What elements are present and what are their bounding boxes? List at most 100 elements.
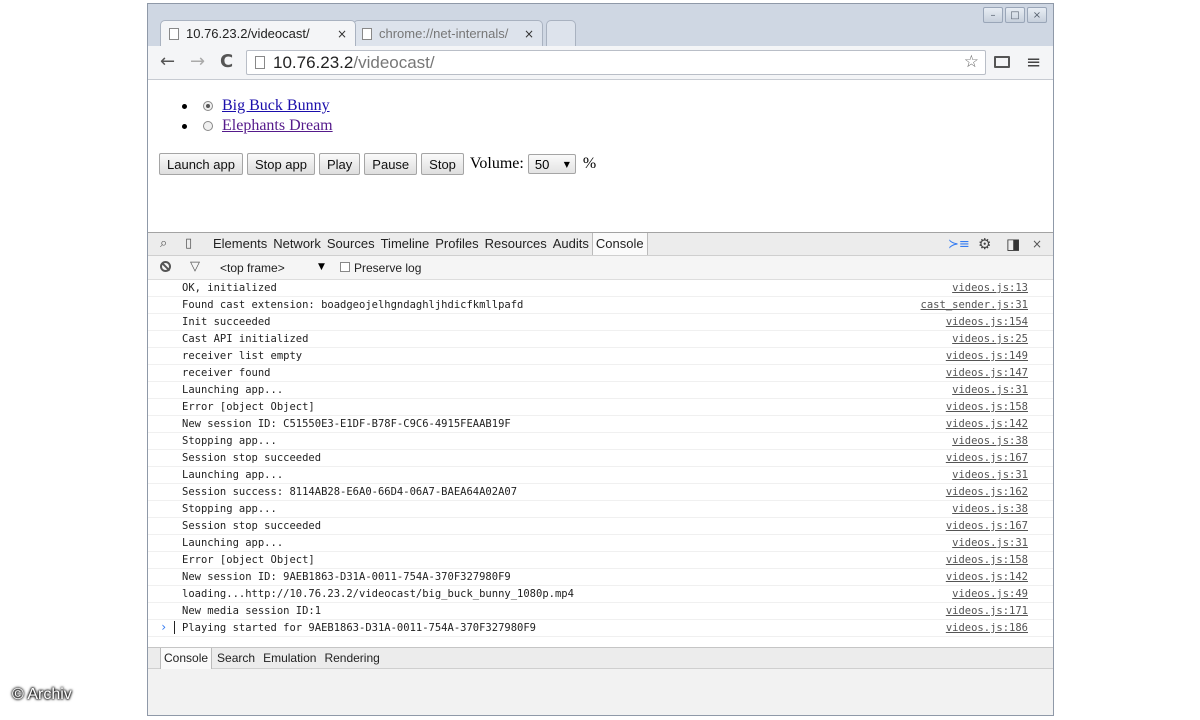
tab-close-icon[interactable]: × [337,27,347,41]
console-message: Playing started for 9AEB1863-D31A-0011-7… [182,622,537,634]
dock-side-icon[interactable]: ◨ [1006,235,1020,253]
volume-select[interactable]: 50 ▼ [527,154,576,174]
browser-window: – □ × 10.76.23.2/videocast/ × chrome://n… [147,3,1054,716]
console-source-link[interactable]: videos.js:142 [946,569,1028,585]
stop-app-button[interactable]: Stop app [246,153,315,175]
radio-big-buck-bunny[interactable] [203,101,213,111]
devtools-tab-network[interactable]: Network [270,233,324,255]
console-source-link[interactable]: videos.js:167 [946,518,1028,534]
copyright-watermark: © Archiv [12,686,72,703]
play-button[interactable]: Play [319,153,361,175]
preserve-log-label: Preserve log [354,261,422,275]
console-source-link[interactable]: videos.js:31 [952,467,1028,483]
gear-icon[interactable]: ⚙ [978,235,991,253]
console-row: Stopping app... videos.js:38 [148,433,1053,450]
stop-button[interactable]: Stop [421,153,464,175]
console-row: receiver found videos.js:147 [148,365,1053,382]
console-source-link[interactable]: videos.js:38 [952,433,1028,449]
filter-icon[interactable]: ▽ [190,259,200,274]
console-filter-bar: ▽ <top frame> ▼ Preserve log [148,256,1053,280]
inspect-search-icon[interactable]: ⌕ [160,236,167,251]
frame-select[interactable]: <top frame> [220,261,285,275]
reload-icon[interactable]: C [220,51,233,73]
console-source-link[interactable]: videos.js:149 [946,348,1028,364]
launch-app-button[interactable]: Launch app [159,153,243,175]
new-tab-button[interactable] [546,20,576,46]
console-source-link[interactable]: videos.js:186 [946,620,1028,636]
video-link-big-buck-bunny[interactable]: Big Buck Bunny [222,97,330,115]
bookmark-star-icon[interactable]: ☆ [964,52,979,72]
console-drawer-icon[interactable]: ≻≡ [948,237,970,252]
window-controls: – □ × [983,7,1047,23]
devtools-tab-timeline[interactable]: Timeline [378,233,433,255]
console-source-link[interactable]: videos.js:25 [952,331,1028,347]
devtools-tab-elements[interactable]: Elements [210,233,270,255]
console-row: loading...http://10.76.23.2/videocast/bi… [148,586,1053,603]
pause-button[interactable]: Pause [364,153,418,175]
tab-videocast[interactable]: 10.76.23.2/videocast/ × [160,20,356,46]
radio-elephants-dream[interactable] [203,121,213,131]
clear-console-icon[interactable] [160,261,171,272]
bullet [182,103,187,109]
console-source-link[interactable]: videos.js:13 [952,280,1028,296]
console-source-link[interactable]: videos.js:167 [946,450,1028,466]
console-source-link[interactable]: videos.js:31 [952,535,1028,551]
devtools-tab-sources[interactable]: Sources [324,233,378,255]
page-content: Big Buck Bunny Elephants Dream Launch ap… [148,80,1053,232]
console-input[interactable] [174,621,175,634]
console-source-link[interactable]: videos.js:142 [946,416,1028,432]
tab-net-internals[interactable]: chrome://net-internals/ × [353,20,543,46]
console-row: Launching app... videos.js:31 [148,467,1053,484]
drawer-tabs: Console Search Emulation Rendering [160,648,385,669]
address-bar[interactable]: 10.76.23.2/videocast/ ☆ [246,50,986,75]
close-icon[interactable]: × [1032,237,1042,251]
devtools-tab-audits[interactable]: Audits [550,233,592,255]
list-item: Elephants Dream [182,116,333,136]
drawer-tab-bar: Console Search Emulation Rendering [148,647,1053,669]
devtools-tab-resources[interactable]: Resources [482,233,550,255]
console-source-link[interactable]: videos.js:162 [946,484,1028,500]
devtools-tab-console[interactable]: Console [591,233,648,255]
console-message: OK, initialized [182,282,277,294]
video-link-elephants-dream[interactable]: Elephants Dream [222,117,333,135]
menu-icon[interactable]: ≡ [1026,52,1041,73]
drawer-tab-emulation[interactable]: Emulation [260,648,319,669]
minimize-button[interactable]: – [983,7,1003,23]
console-row: receiver list empty videos.js:149 [148,348,1053,365]
console-message: Launching app... [182,537,284,549]
dropdown-arrow-icon[interactable]: ▼ [318,262,325,272]
console-message: Session success: 8114AB28-E6A0-66D4-06A7… [182,486,518,498]
console-source-link[interactable]: videos.js:147 [946,365,1028,381]
console-message: Cast API initialized [182,333,309,345]
url-path: /videocast/ [353,52,435,72]
cast-icon[interactable] [994,56,1010,68]
console-source-link[interactable]: videos.js:171 [946,603,1028,619]
preserve-log-checkbox[interactable] [340,262,350,272]
devtools-tabs: Elements Network Sources Timeline Profiles Re… [210,233,648,255]
console-source-link[interactable]: videos.js:154 [946,314,1028,330]
console-source-link[interactable]: videos.js:31 [952,382,1028,398]
console-message: Launching app... [182,384,284,396]
console-source-link[interactable]: videos.js:49 [952,586,1028,602]
drawer-tab-rendering[interactable]: Rendering [321,648,382,669]
console-prompt-icon: › [160,620,168,634]
console-row: New session ID: C51550E3-E1DF-B78F-C9C6-… [148,416,1053,433]
devtools-tab-profiles[interactable]: Profiles [432,233,481,255]
forward-arrow-icon[interactable]: → [190,51,205,73]
console-row: Error [object Object] videos.js:158 [148,552,1053,569]
console-source-link[interactable]: videos.js:38 [952,501,1028,517]
back-arrow-icon[interactable]: ← [160,51,175,73]
drawer-tab-console[interactable]: Console [160,648,213,669]
drawer-tab-search[interactable]: Search [214,648,258,669]
maximize-button[interactable]: □ [1005,7,1025,23]
console-message: Error [object Object] [182,401,315,413]
close-window-button[interactable]: × [1027,7,1047,23]
console-source-link[interactable]: cast_sender.js:31 [921,297,1028,313]
device-mode-icon[interactable]: ▯ [185,236,192,251]
volume-unit: % [582,155,597,172]
console-source-link[interactable]: videos.js:158 [946,399,1028,415]
console-row: Playing started for 9AEB1863-D31A-0011-7… [148,620,1053,637]
console-source-link[interactable]: videos.js:158 [946,552,1028,568]
tab-close-icon[interactable]: × [524,27,534,41]
url-host: 10.76.23.2 [273,52,354,72]
